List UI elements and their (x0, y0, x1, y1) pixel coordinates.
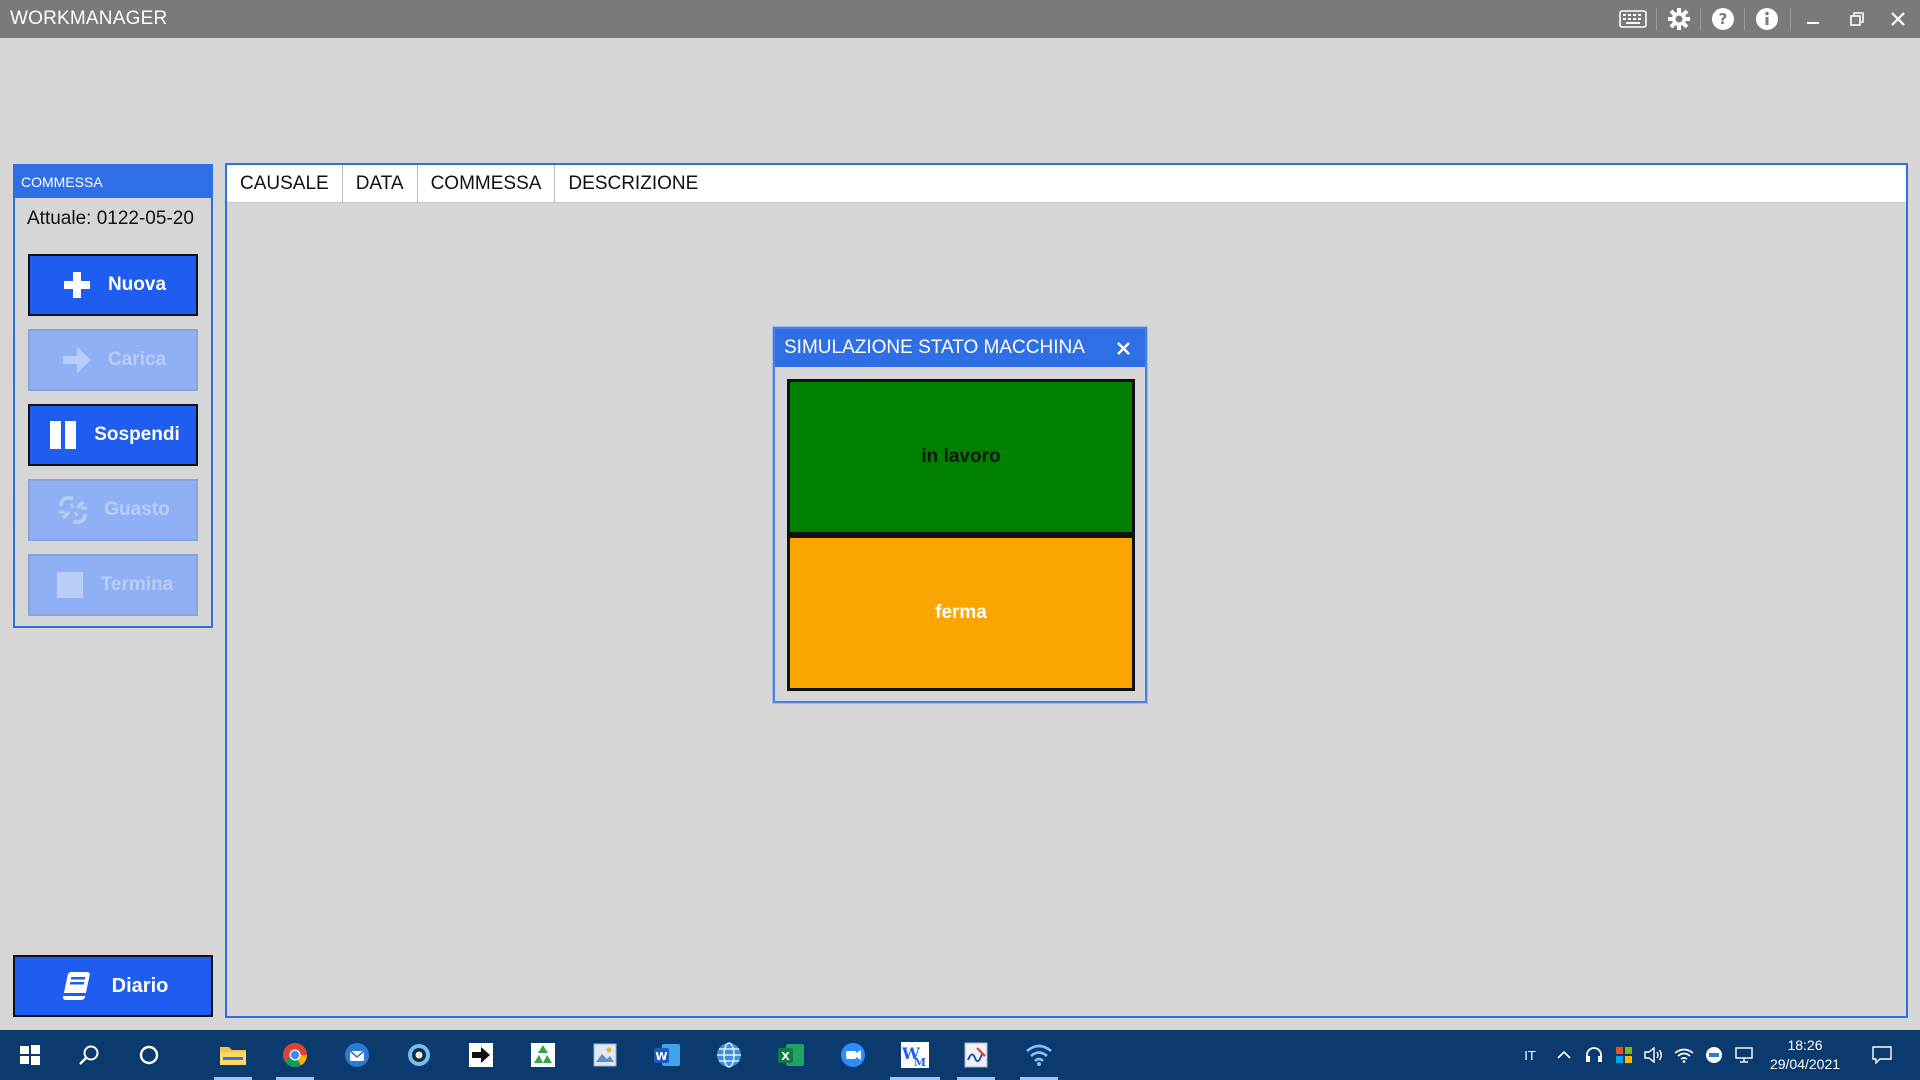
state-in-lavoro-button[interactable]: in lavoro (787, 379, 1135, 535)
state-ferma-button[interactable]: ferma (787, 535, 1135, 691)
chrome-icon[interactable] (270, 1030, 320, 1080)
signature-app-icon[interactable] (951, 1030, 1001, 1080)
guasto-label: Guasto (104, 499, 170, 520)
guasto-button[interactable]: Guasto (28, 479, 198, 541)
machine-state-dialog: SIMULAZIONE STATO MACCHINA in lavoro fer… (773, 327, 1147, 703)
nuova-label: Nuova (107, 274, 167, 295)
diario-label: Diario (111, 974, 169, 997)
cortana-icon[interactable] (124, 1030, 174, 1080)
info-icon[interactable] (1752, 5, 1782, 33)
image-viewer-icon[interactable] (580, 1030, 630, 1080)
language-indicator[interactable]: IT (1518, 1030, 1542, 1080)
dialog-close-icon[interactable] (1111, 329, 1135, 367)
minimize-icon[interactable] (1798, 5, 1828, 33)
title-bar: WORKMANAGER ? (0, 0, 1920, 38)
sync-tray-icon[interactable] (1702, 1030, 1726, 1080)
volume-icon[interactable] (1642, 1030, 1666, 1080)
arrow-right-icon (60, 343, 94, 377)
sospendi-label: Sospendi (94, 424, 180, 445)
commessa-header: COMMESSA (15, 166, 211, 198)
thunderbird-icon[interactable] (332, 1030, 382, 1080)
gear-icon[interactable] (1664, 5, 1694, 33)
close-icon[interactable] (1883, 5, 1913, 33)
globe-app-icon[interactable] (704, 1030, 754, 1080)
current-commessa: Attuale: 0122-05-20 (27, 208, 194, 229)
taskbar: W X WM IT 18:26 29/04/2021 (0, 1030, 1920, 1080)
wifi-app-icon[interactable] (1014, 1030, 1064, 1080)
svg-text:X: X (781, 1050, 790, 1063)
keyboard-icon[interactable] (1618, 5, 1648, 33)
column-header-causale[interactable]: CAUSALE (227, 165, 343, 203)
clock-time: 18:26 (1787, 1037, 1823, 1053)
arrow-app-icon[interactable] (456, 1030, 506, 1080)
broken-link-icon (56, 493, 90, 527)
stop-icon (53, 568, 87, 602)
wifi-icon[interactable] (1672, 1030, 1696, 1080)
office-tray-icon[interactable] (1612, 1030, 1636, 1080)
carica-label: Carica (107, 349, 167, 370)
commessa-panel: COMMESSA Attuale: 0122-05-20 Nuova Caric… (13, 164, 213, 628)
termina-label: Termina (100, 574, 174, 595)
column-header-commessa[interactable]: COMMESSA (418, 165, 556, 203)
grid-header: CAUSALE DATA COMMESSA DESCRIZIONE (227, 165, 1906, 203)
clock-date: 29/04/2021 (1769, 1056, 1841, 1072)
pause-icon (46, 418, 80, 452)
webcam-icon[interactable] (394, 1030, 444, 1080)
search-icon[interactable] (64, 1030, 114, 1080)
nuova-button[interactable]: Nuova (28, 254, 198, 316)
dialog-title-bar: SIMULAZIONE STATO MACCHINA (775, 329, 1145, 367)
taskbar-clock[interactable]: 18:26 29/04/2021 (1760, 1036, 1850, 1074)
help-icon[interactable]: ? (1708, 5, 1738, 33)
word-icon[interactable]: W (642, 1030, 692, 1080)
termina-button[interactable]: Termina (28, 554, 198, 616)
recycle-app-icon[interactable] (518, 1030, 568, 1080)
svg-text:M: M (914, 1056, 926, 1069)
column-header-descrizione[interactable]: DESCRIZIONE (555, 165, 711, 203)
carica-button[interactable]: Carica (28, 329, 198, 391)
sospendi-button[interactable]: Sospendi (28, 404, 198, 466)
restore-icon[interactable] (1842, 5, 1872, 33)
svg-text:W: W (655, 1050, 667, 1063)
dialog-title: SIMULAZIONE STATO MACCHINA (784, 337, 1085, 358)
chevron-up-icon[interactable] (1552, 1030, 1576, 1080)
workmanager-icon[interactable]: WM (890, 1030, 940, 1080)
svg-text:?: ? (1719, 10, 1728, 28)
headset-icon[interactable] (1582, 1030, 1606, 1080)
plus-icon (60, 268, 94, 302)
book-icon (58, 968, 94, 1004)
zoom-icon[interactable] (828, 1030, 878, 1080)
file-explorer-icon[interactable] (208, 1030, 258, 1080)
column-header-data[interactable]: DATA (343, 165, 418, 203)
network-icon[interactable] (1732, 1030, 1756, 1080)
diario-button[interactable]: Diario (13, 955, 213, 1017)
excel-icon[interactable]: X (766, 1030, 816, 1080)
notifications-icon[interactable] (1868, 1030, 1896, 1080)
app-title: WORKMANAGER (10, 8, 168, 29)
start-icon[interactable] (5, 1030, 55, 1080)
